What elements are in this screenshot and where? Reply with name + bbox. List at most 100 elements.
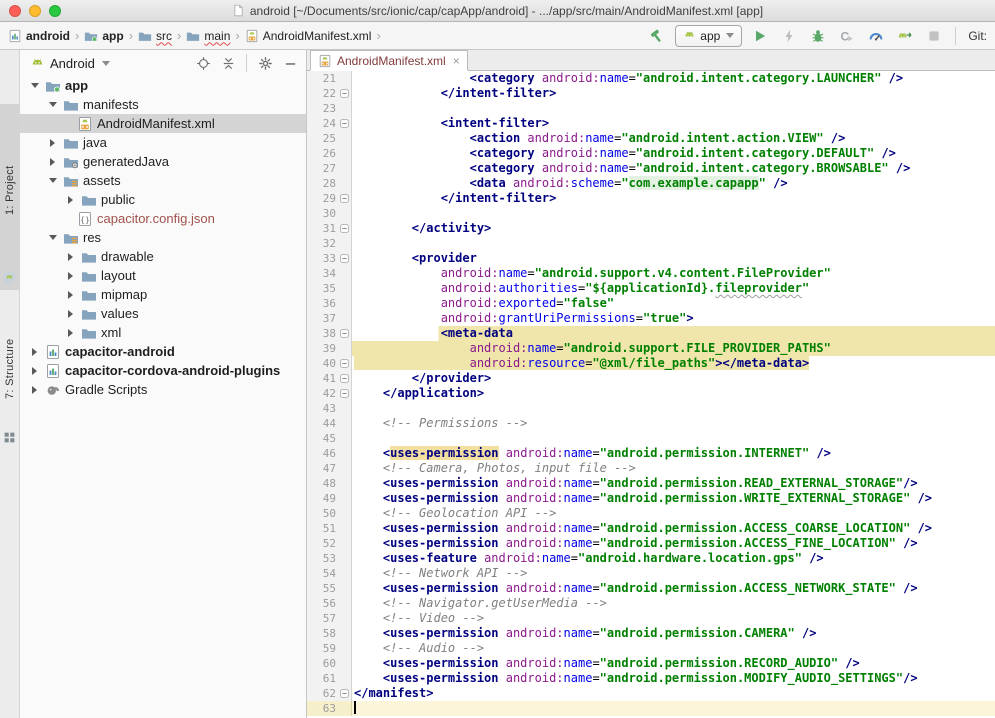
gear-button[interactable] (255, 53, 275, 73)
build-button[interactable] (646, 25, 668, 47)
fold-marker[interactable] (338, 356, 350, 371)
code-line[interactable]: 46 <uses-permission android:name="androi… (307, 446, 995, 461)
code-line[interactable]: 43 (307, 401, 995, 416)
code-line[interactable]: 59 <!-- Audio --> (307, 641, 995, 656)
tree-item-androidmanifest-xml[interactable]: AndroidManifest.xml (20, 114, 306, 133)
fold-marker[interactable] (338, 116, 350, 131)
code-line[interactable]: 51 <uses-permission android:name="androi… (307, 521, 995, 536)
code-line[interactable]: 24 <intent-filter> (307, 116, 995, 131)
code-line[interactable]: 52 <uses-permission android:name="androi… (307, 536, 995, 551)
tree-expand-arrow[interactable] (46, 155, 59, 168)
code-line[interactable]: 41 </provider> (307, 371, 995, 386)
run-button[interactable] (749, 25, 771, 47)
tree-item-layout[interactable]: layout (20, 266, 306, 285)
code-line[interactable]: 29 </intent-filter> (307, 191, 995, 206)
tree-expand-arrow[interactable] (28, 364, 41, 377)
code-line[interactable]: 21 <category android:name="android.inten… (307, 71, 995, 86)
code-line[interactable]: 56 <!-- Navigator.getUserMedia --> (307, 596, 995, 611)
close-button[interactable] (9, 5, 21, 17)
code-line[interactable]: 57 <!-- Video --> (307, 611, 995, 626)
code-line[interactable]: 36 android:exported="false" (307, 296, 995, 311)
tree-expand-arrow[interactable] (64, 307, 77, 320)
code-line[interactable]: 54 <!-- Network API --> (307, 566, 995, 581)
tree-item-drawable[interactable]: drawable (20, 247, 306, 266)
fold-marker[interactable] (338, 191, 350, 206)
editor-tab[interactable]: AndroidManifest.xml× (310, 50, 468, 71)
tree-collapse-arrow[interactable] (46, 98, 59, 111)
code-line[interactable]: 49 <uses-permission android:name="androi… (307, 491, 995, 506)
hide-button[interactable] (280, 53, 300, 73)
debug-button[interactable] (807, 25, 829, 47)
tool-window-button--project[interactable]: 1: Project (0, 104, 20, 290)
tree-item-xml[interactable]: xml (20, 323, 306, 342)
tree-item-capacitor-android[interactable]: capacitor-android (20, 342, 306, 361)
tree-item-mipmap[interactable]: mipmap (20, 285, 306, 304)
tree-collapse-arrow[interactable] (46, 231, 59, 244)
code-line[interactable]: 30 (307, 206, 995, 221)
tree-expand-arrow[interactable] (64, 193, 77, 206)
code-line[interactable]: 55 <uses-permission android:name="androi… (307, 581, 995, 596)
code-line[interactable]: 26 <category android:name="android.inten… (307, 146, 995, 161)
tree-expand-arrow[interactable] (46, 136, 59, 149)
code-line[interactable]: 48 <uses-permission android:name="androi… (307, 476, 995, 491)
fold-marker[interactable] (338, 386, 350, 401)
code-line[interactable]: 22 </intent-filter> (307, 86, 995, 101)
fold-marker[interactable] (338, 686, 350, 701)
tool-window-button--structure[interactable]: 7: Structure (0, 302, 20, 450)
project-view-selector[interactable]: Android (30, 56, 110, 71)
code-area[interactable]: 21 <category android:name="android.inten… (307, 71, 995, 718)
tree-collapse-arrow[interactable] (46, 174, 59, 187)
run-with-coverage-button[interactable]: C (836, 25, 858, 47)
breadcrumb-item[interactable]: main (184, 28, 232, 44)
minimize-button[interactable] (29, 5, 41, 17)
code-line[interactable]: 61 <uses-permission android:name="androi… (307, 671, 995, 686)
tree-collapse-arrow[interactable] (28, 79, 41, 92)
code-line[interactable]: 58 <uses-permission android:name="androi… (307, 626, 995, 641)
code-line[interactable]: 37 android:grantUriPermissions="true"> (307, 311, 995, 326)
code-line[interactable]: 44 <!-- Permissions --> (307, 416, 995, 431)
stop-button[interactable] (923, 25, 945, 47)
collapse-all-button[interactable] (218, 53, 238, 73)
tree-expand-arrow[interactable] (28, 345, 41, 358)
run-config-dropdown[interactable]: app (675, 25, 742, 47)
breadcrumb-item[interactable]: app (82, 28, 125, 44)
tree-item-gradle-scripts[interactable]: Gradle Scripts (20, 380, 306, 399)
code-line[interactable]: 38 <meta-data (307, 326, 995, 341)
code-line[interactable]: 23 (307, 101, 995, 116)
tree-item-res[interactable]: res (20, 228, 306, 247)
fold-marker[interactable] (338, 326, 350, 341)
code-line[interactable]: 40 android:resource="@xml/file_paths"></… (307, 356, 995, 371)
fold-marker[interactable] (338, 371, 350, 386)
breadcrumb-item[interactable]: src (136, 28, 174, 44)
code-line[interactable]: 62</manifest> (307, 686, 995, 701)
code-line[interactable]: 50 <!-- Geolocation API --> (307, 506, 995, 521)
code-line[interactable]: 39 android:name="android.support.FILE_PR… (307, 341, 995, 356)
code-line[interactable]: 27 <category android:name="android.inten… (307, 161, 995, 176)
code-line[interactable]: 60 <uses-permission android:name="androi… (307, 656, 995, 671)
tree-item-manifests[interactable]: manifests (20, 95, 306, 114)
tree-expand-arrow[interactable] (64, 326, 77, 339)
tree-item-values[interactable]: values (20, 304, 306, 323)
tree-item-assets[interactable]: assets (20, 171, 306, 190)
code-line[interactable]: 35 android:authorities="${applicationId}… (307, 281, 995, 296)
tree-item-public[interactable]: public (20, 190, 306, 209)
locate-button[interactable] (193, 53, 213, 73)
fold-marker[interactable] (338, 251, 350, 266)
code-line[interactable]: 42 </application> (307, 386, 995, 401)
zoom-button[interactable] (49, 5, 61, 17)
tree-item-java[interactable]: java (20, 133, 306, 152)
profiler-button[interactable] (865, 25, 887, 47)
tree-expand-arrow[interactable] (28, 383, 41, 396)
attach-debugger-button[interactable] (894, 25, 916, 47)
tree-expand-arrow[interactable] (64, 250, 77, 263)
tree-item-capacitor-cordova-android-plugins[interactable]: capacitor-cordova-android-plugins (20, 361, 306, 380)
code-line[interactable]: 25 <action android:name="android.intent.… (307, 131, 995, 146)
code-line[interactable]: 63 (307, 701, 995, 716)
tree-item-generatedjava[interactable]: generatedJava (20, 152, 306, 171)
code-line[interactable]: 47 <!-- Camera, Photos, input file --> (307, 461, 995, 476)
code-line[interactable]: 34 android:name="android.support.v4.cont… (307, 266, 995, 281)
tree-item-capacitor-config-json[interactable]: {}capacitor.config.json (20, 209, 306, 228)
code-line[interactable]: 33 <provider (307, 251, 995, 266)
code-line[interactable]: 31 </activity> (307, 221, 995, 236)
apply-changes-button[interactable] (778, 25, 800, 47)
